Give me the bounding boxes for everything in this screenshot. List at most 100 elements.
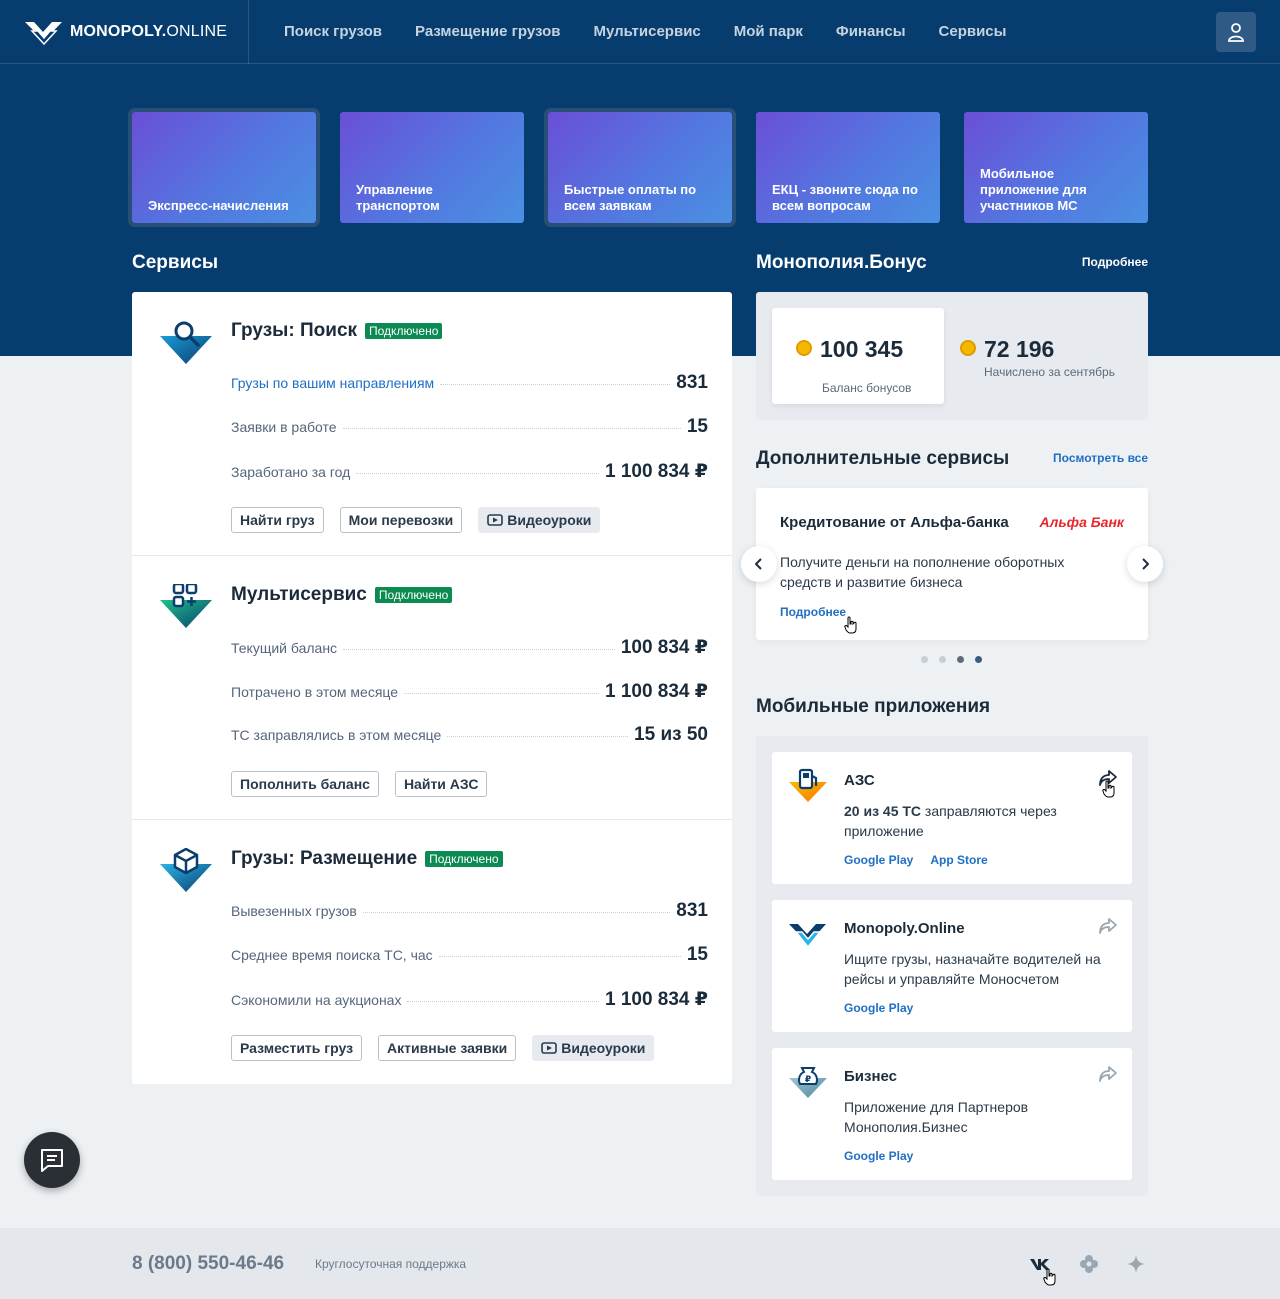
video-lessons-button[interactable]: Видеоуроки xyxy=(478,507,601,533)
business-icon: ₽ xyxy=(789,1067,827,1098)
user-profile-button[interactable] xyxy=(1216,12,1256,52)
tile-label: Управление транспортом xyxy=(356,182,440,213)
carousel-dot-2[interactable] xyxy=(939,656,946,663)
flower-icon xyxy=(1080,1255,1098,1273)
gas-station-icon xyxy=(789,768,827,802)
video-lessons-button[interactable]: Видеоуроки xyxy=(532,1035,655,1061)
stat-value: 15 из 50 xyxy=(634,724,708,745)
app-description-bold: 20 из 45 ТС xyxy=(844,803,922,819)
carousel-dot-4[interactable] xyxy=(975,656,982,663)
service-actions: Пополнить баланс Найти АЗС xyxy=(231,771,503,797)
logo[interactable]: MONOPOLY.ONLINE xyxy=(0,0,249,64)
flower-social-icon[interactable] xyxy=(1078,1253,1100,1275)
bonus-card: 100 345 Баланс бонусов 72 196 Начислено … xyxy=(756,292,1148,420)
app-description: Ищите грузы, назначайте водителей на рей… xyxy=(844,951,1101,987)
see-all-link[interactable]: Посмотреть все xyxy=(1053,451,1148,465)
tile-express-accruals[interactable]: Экспресс-начисления xyxy=(128,108,320,227)
coin-icon xyxy=(796,340,812,356)
app-store-links: Google Play xyxy=(844,1149,913,1163)
stat-label: Среднее время поиска ТС, час xyxy=(231,947,433,963)
support-phone[interactable]: 8 (800) 550-46-46 xyxy=(132,1253,284,1275)
bonus-title: Монополия.Бонус xyxy=(756,252,927,273)
share-icon[interactable] xyxy=(1098,916,1118,936)
bonus-accrued-label: Начислено за сентябрь xyxy=(984,365,1115,379)
sparkle-social-icon[interactable] xyxy=(1125,1253,1147,1275)
stat-value: 15 xyxy=(686,416,708,437)
stat-row: ТС заправлялись в этом месяце 15 из 50 xyxy=(231,724,708,746)
tile-fast-payments[interactable]: Быстрые оплаты по всем заявкам xyxy=(544,108,736,227)
coin-icon xyxy=(960,340,976,356)
nav-services[interactable]: Сервисы xyxy=(939,23,1007,40)
service-cargo-search: Грузы: Поиск Подключено Грузы по вашим н… xyxy=(132,292,732,556)
monopoly-logo-icon xyxy=(789,924,826,949)
top-up-balance-button[interactable]: Пополнить баланс xyxy=(231,771,379,797)
app-store-links: Google Play xyxy=(844,1001,913,1015)
tile-mobile-app[interactable]: Мобильное приложение для участников МС xyxy=(964,112,1148,223)
find-gas-station-button[interactable]: Найти АЗС xyxy=(394,771,488,797)
alfa-bank-logo: Альфа Банк xyxy=(1039,514,1124,530)
chevron-right-icon xyxy=(1142,558,1149,570)
chat-button[interactable] xyxy=(24,1132,80,1188)
bonus-balance-value: 100 345 xyxy=(820,336,904,362)
app-card-monopoly-online: Monopoly.Online Ищите грузы, назначайте … xyxy=(772,900,1132,1032)
find-cargo-button[interactable]: Найти груз xyxy=(231,507,324,533)
status-badge: Подключено xyxy=(365,323,443,339)
nav-finance[interactable]: Финансы xyxy=(836,23,906,40)
multiservice-icon xyxy=(160,584,212,628)
stat-label: Сэкономили на аукционах xyxy=(231,992,402,1008)
app-store-link[interactable]: App Store xyxy=(930,853,987,867)
stat-value: 100 834 ₽ xyxy=(620,637,708,658)
hand-cursor-icon xyxy=(1102,780,1115,798)
hand-cursor-icon xyxy=(1043,1268,1056,1286)
app-name: Monopoly.Online xyxy=(844,920,965,937)
app-name: АЗС xyxy=(844,772,875,789)
logo-text: MONOPOLY.ONLINE xyxy=(70,22,228,40)
services-card: Грузы: Поиск Подключено Грузы по вашим н… xyxy=(132,292,732,1084)
nav-cargo-search[interactable]: Поиск грузов xyxy=(284,23,382,40)
stat-row[interactable]: Грузы по вашим направлениям 831 xyxy=(231,372,708,394)
carousel-prev-button[interactable] xyxy=(741,546,777,582)
stat-row: Среднее время поиска ТС, час 15 xyxy=(231,944,708,966)
stat-value: 15 xyxy=(686,944,708,965)
app-store-links: Google Play App Store xyxy=(844,853,988,867)
carousel-dot-3-active[interactable] xyxy=(957,656,964,663)
tile-label: Экспресс-начисления xyxy=(148,198,289,213)
app-card-azs: АЗС 20 из 45 ТС заправляются через прило… xyxy=(772,752,1132,884)
offer-more-link[interactable]: Подробнее xyxy=(780,605,846,619)
bonus-balance-label: Баланс бонусов xyxy=(822,381,912,395)
stat-label-link[interactable]: Грузы по вашим направлениям xyxy=(231,375,434,391)
nav-cargo-placement[interactable]: Размещение грузов xyxy=(415,23,560,40)
my-shipments-button[interactable]: Мои перевозки xyxy=(339,507,463,533)
nav-my-fleet[interactable]: Мой парк xyxy=(734,23,803,40)
carousel-next-button[interactable] xyxy=(1127,546,1163,582)
tile-label: Мобильное приложение для участников МС xyxy=(980,166,1087,213)
bonus-accrued-value: 72 196 xyxy=(984,336,1055,362)
service-header: Мультисервис Подключено xyxy=(231,584,453,606)
google-play-link[interactable]: Google Play xyxy=(844,1001,913,1015)
service-header: Грузы: Поиск Подключено xyxy=(231,320,443,342)
google-play-link[interactable]: Google Play xyxy=(844,1149,913,1163)
offer-title: Кредитование от Альфа-банка xyxy=(780,514,1009,531)
status-badge: Подключено xyxy=(425,851,503,867)
share-icon[interactable] xyxy=(1098,1064,1118,1084)
active-requests-button[interactable]: Активные заявки xyxy=(378,1035,517,1061)
carousel-dot-1[interactable] xyxy=(921,656,928,663)
service-header: Грузы: Размещение Подключено xyxy=(231,848,503,870)
service-name: Мультисервис xyxy=(231,584,367,605)
stat-label: Потрачено в этом месяце xyxy=(231,684,399,700)
logo-icon xyxy=(25,21,62,45)
stat-label: ТС заправлялись в этом месяце xyxy=(231,727,442,743)
google-play-link[interactable]: Google Play xyxy=(844,853,913,867)
service-name: Грузы: Размещение xyxy=(231,848,418,869)
stat-label: Заработано за год xyxy=(231,464,351,480)
tile-call-center[interactable]: ЕКЦ - звоните сюда по всем вопросам xyxy=(756,112,940,223)
tile-transport-management[interactable]: Управление транспортом xyxy=(340,112,524,223)
place-cargo-button[interactable]: Разместить груз xyxy=(231,1035,363,1061)
sparkle-icon xyxy=(1127,1255,1145,1273)
bonus-more-link[interactable]: Подробнее xyxy=(1082,255,1148,269)
stat-value: 1 100 834 ₽ xyxy=(604,461,708,482)
app-description: Приложение для Партнеров Монополия.Бизне… xyxy=(844,1099,1029,1135)
stat-label: Заявки в работе xyxy=(231,419,337,435)
nav-multiservice[interactable]: Мультисервис xyxy=(593,23,700,40)
service-actions: Разместить груз Активные заявки Видеоуро… xyxy=(231,1035,670,1061)
